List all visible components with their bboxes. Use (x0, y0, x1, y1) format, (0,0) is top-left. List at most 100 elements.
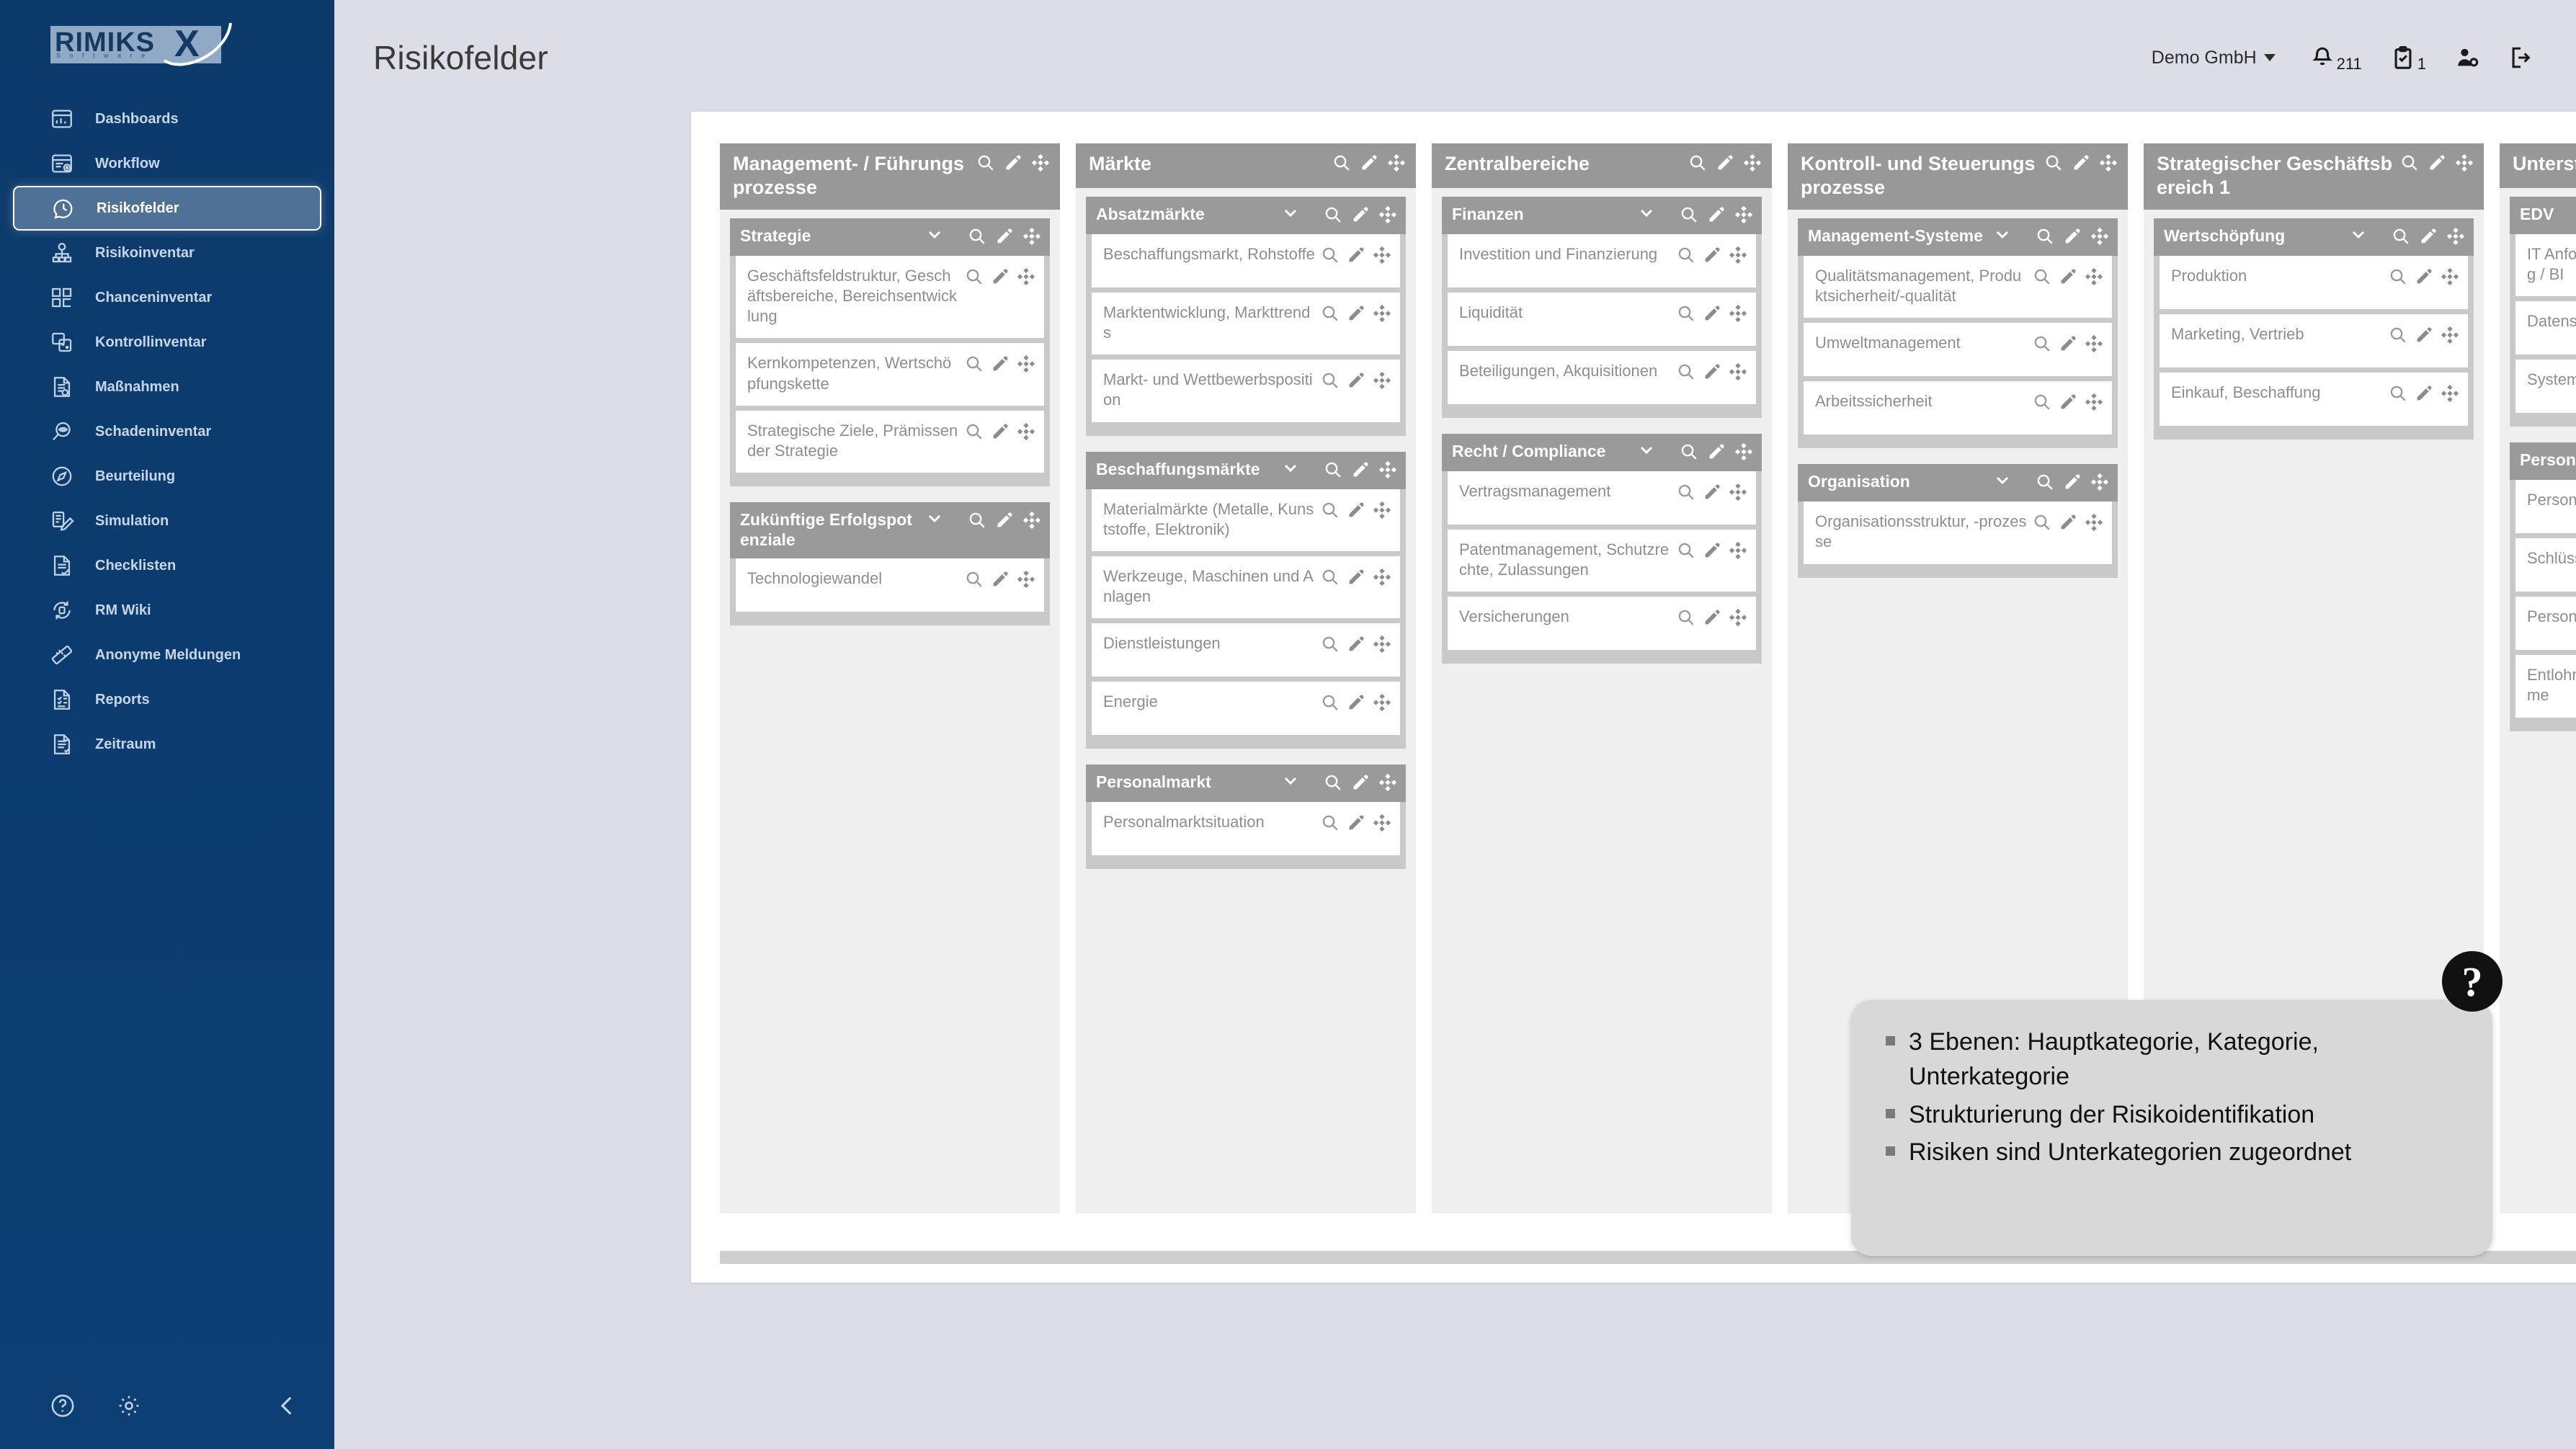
search-icon[interactable] (1321, 246, 1340, 264)
move-icon[interactable] (1729, 246, 1747, 264)
move-icon[interactable] (1729, 362, 1747, 381)
move-icon[interactable] (1734, 442, 1753, 461)
search-icon[interactable] (965, 422, 984, 441)
chevron-down-icon[interactable] (926, 509, 943, 527)
chevron-down-icon[interactable] (1638, 204, 1655, 221)
move-icon[interactable] (1373, 246, 1391, 264)
move-icon[interactable] (1373, 635, 1391, 654)
column-header[interactable]: Kontroll- und Steuerungsprozesse (1788, 143, 2128, 210)
subcategory-item[interactable]: Einkauf, Beschaffung (2160, 372, 2468, 426)
pencil-icon[interactable] (2072, 153, 2090, 172)
pencil-icon[interactable] (2059, 513, 2077, 532)
subcategory-item[interactable]: Personalbestand (2515, 480, 2576, 534)
search-icon[interactable] (1677, 304, 1695, 323)
move-icon[interactable] (1378, 205, 1397, 224)
subcategory-item[interactable]: Kernkompetenzen, Wertschöpfungskette (736, 343, 1044, 406)
column-header[interactable]: Zentralbereiche (1432, 143, 1772, 188)
sidebar-item-dashboards[interactable]: Dashboards (13, 97, 321, 141)
move-icon[interactable] (2085, 513, 2103, 532)
subcategory-item[interactable]: Vertragsmanagement (1448, 471, 1756, 525)
subcategory-item[interactable]: Dienstleistungen (1092, 623, 1400, 677)
pencil-icon[interactable] (1703, 246, 1721, 264)
pencil-icon[interactable] (2059, 393, 2077, 411)
subcategory-item[interactable]: Personalmarktsituation (1092, 802, 1400, 856)
pencil-icon[interactable] (1703, 362, 1721, 381)
category-header[interactable]: Zukünftige Erfolgspotenziale (730, 501, 1050, 559)
pencil-icon[interactable] (1351, 773, 1370, 792)
search-icon[interactable] (2400, 153, 2419, 172)
logout-icon[interactable] (2508, 45, 2533, 71)
move-icon[interactable] (2090, 227, 2109, 246)
sidebar-item-reports[interactable]: Reports (13, 677, 321, 722)
subcategory-item[interactable]: IT Anforderungen / Auswertung / BI (2515, 234, 2576, 297)
search-icon[interactable] (1677, 608, 1695, 627)
pencil-icon[interactable] (2063, 227, 2082, 246)
pencil-icon[interactable] (2059, 267, 2077, 286)
sidebar-item-risikofelder[interactable]: Risikofelder (13, 186, 321, 231)
move-icon[interactable] (2085, 334, 2103, 353)
pencil-icon[interactable] (1347, 304, 1365, 323)
chevron-down-icon[interactable] (1282, 204, 1299, 221)
tenant-selector[interactable]: Demo GmbH (2152, 48, 2276, 68)
pencil-icon[interactable] (1347, 568, 1365, 587)
search-icon[interactable] (2033, 513, 2051, 532)
chevron-down-icon[interactable] (1282, 459, 1299, 476)
search-icon[interactable] (1321, 568, 1340, 587)
column-header[interactable]: Strategischer Geschäftsbereich 1 (2144, 143, 2484, 210)
user-settings-icon[interactable] (2455, 45, 2479, 71)
move-icon[interactable] (2090, 473, 2109, 491)
search-icon[interactable] (1321, 371, 1340, 390)
chevron-down-icon[interactable] (1994, 471, 2011, 489)
subcategory-item[interactable]: Marketing, Vertrieb (2160, 313, 2468, 367)
notification-bell-icon[interactable]: 211 (2310, 45, 2362, 72)
move-icon[interactable] (1022, 511, 1041, 530)
pencil-icon[interactable] (991, 267, 1010, 286)
search-icon[interactable] (2044, 153, 2063, 172)
subcategory-item[interactable]: Entlohnungs- und Anreizsysteme (2515, 655, 2576, 718)
pencil-icon[interactable] (995, 511, 1014, 530)
subcategory-item[interactable]: Geschäftsfeldstruktur, Geschäftsbereiche… (736, 255, 1044, 339)
search-icon[interactable] (1677, 541, 1695, 560)
pencil-icon[interactable] (2059, 334, 2077, 353)
search-icon[interactable] (968, 227, 986, 246)
move-icon[interactable] (2441, 384, 2459, 403)
sidebar-item-workflow[interactable]: Workflow (13, 141, 321, 186)
tasks-clipboard-icon[interactable]: 1 (2391, 45, 2426, 72)
sidebar-item-chanceninventar[interactable]: Chanceninventar (13, 275, 321, 320)
move-icon[interactable] (2085, 267, 2103, 286)
category-header[interactable]: Management-Systeme (1798, 218, 2118, 256)
search-icon[interactable] (1321, 501, 1340, 520)
category-header[interactable]: Wertschöpfung (2154, 218, 2474, 256)
chevron-down-icon[interactable] (2350, 226, 2367, 243)
move-icon[interactable] (1017, 267, 1035, 286)
pencil-icon[interactable] (1347, 246, 1365, 264)
pencil-icon[interactable] (1347, 813, 1365, 832)
subcategory-item[interactable]: Liquidität (1448, 293, 1756, 346)
pencil-icon[interactable] (1703, 483, 1721, 501)
pencil-icon[interactable] (2419, 227, 2438, 246)
search-icon[interactable] (1321, 304, 1340, 323)
pencil-icon[interactable] (1004, 153, 1022, 172)
move-icon[interactable] (1729, 304, 1747, 323)
column-header[interactable]: Unterstützungsprozesse (2500, 143, 2576, 188)
search-icon[interactable] (1321, 693, 1340, 712)
search-icon[interactable] (2033, 267, 2051, 286)
sidebar-item-schadeninventar[interactable]: Schadeninventar (13, 409, 321, 454)
sidebar-item-simulation[interactable]: Simulation (13, 499, 321, 543)
subcategory-item[interactable]: Marktentwicklung, Markttrends (1092, 293, 1400, 355)
move-icon[interactable] (2446, 227, 2465, 246)
pencil-icon[interactable] (1703, 304, 1721, 323)
pencil-icon[interactable] (1716, 153, 1734, 172)
search-icon[interactable] (2389, 384, 2407, 403)
collapse-chevron-icon[interactable] (275, 1394, 300, 1422)
category-header[interactable]: Organisation (1798, 464, 2118, 502)
move-icon[interactable] (1017, 355, 1035, 373)
search-icon[interactable] (2392, 227, 2410, 246)
move-icon[interactable] (1373, 693, 1391, 712)
gear-icon[interactable] (117, 1394, 141, 1422)
search-icon[interactable] (1688, 153, 1707, 172)
app-logo[interactable]: RIMIKS S o f t w a r e X (50, 20, 232, 72)
search-icon[interactable] (1321, 635, 1340, 654)
pencil-icon[interactable] (991, 570, 1010, 589)
pencil-icon[interactable] (1347, 501, 1365, 520)
